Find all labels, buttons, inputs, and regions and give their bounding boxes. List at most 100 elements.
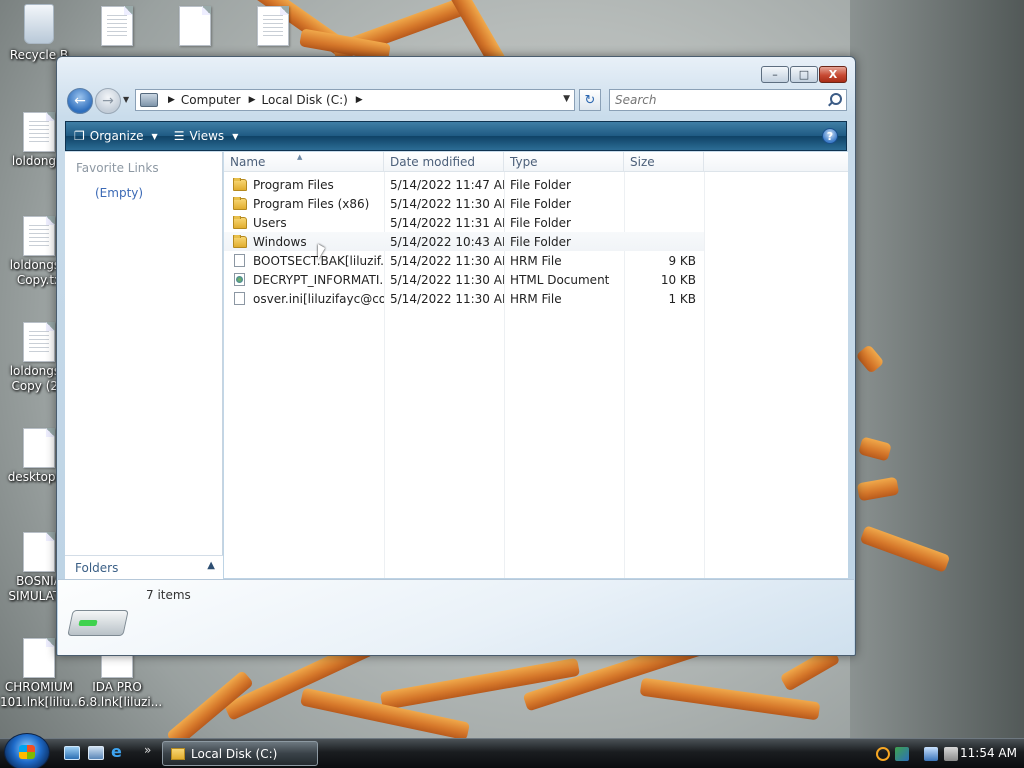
- switch-windows-icon[interactable]: [88, 746, 104, 760]
- close-button[interactable]: X: [819, 66, 847, 83]
- navigation-pane: Favorite Links (Empty): [65, 152, 223, 578]
- file-date: 5/14/2022 11:30 AM: [390, 196, 504, 211]
- search-icon[interactable]: [827, 93, 842, 107]
- file-size: 1 KB: [668, 291, 696, 306]
- taskbar-button-label: Local Disk (C:): [191, 746, 278, 761]
- file-icon: [234, 292, 245, 305]
- details-pane: 7 items: [58, 579, 854, 655]
- folder-icon: [171, 748, 185, 760]
- network-icon[interactable]: [924, 747, 938, 761]
- folders-label: Folders: [75, 560, 119, 575]
- favorite-links-title: Favorite Links: [76, 161, 159, 175]
- column-header-date[interactable]: Date modified: [384, 152, 504, 172]
- file-size: 9 KB: [668, 253, 696, 268]
- file-name: Users: [253, 215, 287, 230]
- show-desktop-icon[interactable]: [64, 746, 80, 760]
- file-row[interactable]: Users 5/14/2022 11:31 AM File Folder: [224, 213, 704, 232]
- item-count: 7 items: [146, 588, 191, 602]
- taskbar-button-local-disk[interactable]: Local Disk (C:): [162, 741, 318, 766]
- file-row[interactable]: Program Files (x86) 5/14/2022 11:30 AM F…: [224, 194, 704, 213]
- help-button[interactable]: ?: [822, 128, 838, 144]
- document-icon: [23, 638, 55, 678]
- file-type: File Folder: [510, 215, 571, 230]
- address-bar[interactable]: ▶ Computer ▶ Local Disk (C:) ▶ ▼: [135, 89, 575, 111]
- file-name: osver.ini[liluzifayc@co...: [253, 291, 384, 306]
- file-row[interactable]: osver.ini[liluzifayc@co... 5/14/2022 11:…: [224, 289, 704, 308]
- text-file-icon: [257, 6, 289, 46]
- search-box[interactable]: [609, 89, 847, 111]
- maximize-button[interactable]: □: [790, 66, 818, 83]
- folder-icon: [233, 196, 247, 210]
- text-file-icon: [23, 322, 55, 362]
- views-icon: ☰: [173, 129, 185, 143]
- organize-label: Organize: [89, 129, 144, 143]
- column-headers: ▲ Name Date modified Type Size: [224, 152, 848, 172]
- file-row[interactable]: BOOTSECT.BAK[liluzif... 5/14/2022 11:30 …: [224, 251, 704, 270]
- desktop-icon-label: IDA PRO 6.8.lnk[liluzi...: [78, 680, 163, 709]
- column-header-label: Name: [230, 155, 266, 169]
- folder-icon: [233, 234, 247, 248]
- start-button[interactable]: [4, 733, 50, 768]
- column-header-label: Date modified: [390, 155, 476, 169]
- refresh-button[interactable]: ↻: [579, 89, 601, 111]
- file-row[interactable]: Windows 5/14/2022 10:43 AM File Folder: [224, 232, 704, 251]
- text-file-icon: [23, 216, 55, 256]
- breadcrumb-separator-icon[interactable]: ▶: [249, 95, 256, 105]
- file-type: HRM File: [510, 253, 562, 268]
- organize-button[interactable]: ❐ Organize ▼: [66, 122, 166, 150]
- mouse-cursor-icon: [318, 244, 325, 260]
- command-toolbar: ❐ Organize ▼ ☰ Views ▼ ?: [65, 121, 847, 151]
- search-input[interactable]: [610, 93, 827, 107]
- file-type: File Folder: [510, 177, 571, 192]
- document-icon: [179, 6, 211, 46]
- breadcrumb-computer[interactable]: Computer: [181, 93, 241, 107]
- internet-explorer-icon[interactable]: e: [111, 742, 127, 761]
- security-icon[interactable]: [895, 747, 909, 761]
- clock[interactable]: 11:54 AM: [960, 746, 1017, 760]
- document-icon: [23, 532, 55, 572]
- navigation-row: ← → ▼ ▶ Computer ▶ Local Disk (C:) ▶ ▼ ↻: [65, 87, 847, 115]
- views-button[interactable]: ☰ Views ▼: [166, 122, 247, 150]
- sort-ascending-icon: ▲: [297, 153, 303, 161]
- column-header-label: Type: [510, 155, 538, 169]
- file-date: 5/14/2022 11:30 AM: [390, 253, 504, 268]
- address-dropdown-icon[interactable]: ▼: [563, 94, 570, 104]
- magnifier-icon[interactable]: [876, 747, 890, 761]
- breadcrumb-separator-icon[interactable]: ▶: [168, 95, 175, 105]
- breadcrumb-separator-icon[interactable]: ▶: [356, 95, 363, 105]
- column-header-size[interactable]: Size: [624, 152, 704, 172]
- system-tray: 11:54 AM: [868, 739, 1024, 768]
- desktop-icon-file[interactable]: [234, 6, 312, 48]
- file-date: 5/14/2022 11:30 AM: [390, 272, 504, 287]
- breadcrumb-local-disk[interactable]: Local Disk (C:): [262, 93, 348, 107]
- file-type: HTML Document: [510, 272, 610, 287]
- desktop-icon-label: CHROMIUM 101.lnk[liliu...: [0, 680, 82, 709]
- text-file-icon: [101, 6, 133, 46]
- desktop-icon-file[interactable]: [156, 6, 234, 48]
- minimize-button[interactable]: –: [761, 66, 789, 83]
- desktop-icon-recycle-bin[interactable]: Recycle B: [0, 4, 78, 63]
- file-type: File Folder: [510, 234, 571, 249]
- file-row[interactable]: DECRYPT_INFORMATI... 5/14/2022 11:30 AM …: [224, 270, 704, 289]
- back-arrow-icon: ←: [74, 93, 86, 109]
- chevron-up-icon: ▲: [207, 560, 215, 571]
- desktop-icon-file[interactable]: [78, 6, 156, 48]
- column-header-name[interactable]: ▲ Name: [224, 152, 384, 172]
- document-icon: [23, 428, 55, 468]
- file-date: 5/14/2022 11:47 AM: [390, 177, 504, 192]
- explorer-window[interactable]: – □ X ← → ▼ ▶ Computer ▶ Local Disk (C:)…: [56, 56, 856, 656]
- html-file-icon: [234, 273, 245, 286]
- folders-toggle[interactable]: Folders ▲: [65, 555, 223, 579]
- recent-pages-dropdown-icon[interactable]: ▼: [123, 95, 129, 104]
- forward-button[interactable]: →: [95, 88, 121, 114]
- quick-launch-more-button[interactable]: »: [144, 743, 151, 757]
- column-header-type[interactable]: Type: [504, 152, 624, 172]
- back-button[interactable]: ←: [67, 88, 93, 114]
- file-name: Program Files: [253, 177, 334, 192]
- volume-muted-icon[interactable]: [944, 747, 958, 761]
- forward-arrow-icon: →: [102, 93, 114, 109]
- file-name: Program Files (x86): [253, 196, 370, 211]
- file-date: 5/14/2022 10:43 AM: [390, 234, 504, 249]
- column-divider: [704, 172, 705, 578]
- file-row[interactable]: Program Files 5/14/2022 11:47 AM File Fo…: [224, 175, 704, 194]
